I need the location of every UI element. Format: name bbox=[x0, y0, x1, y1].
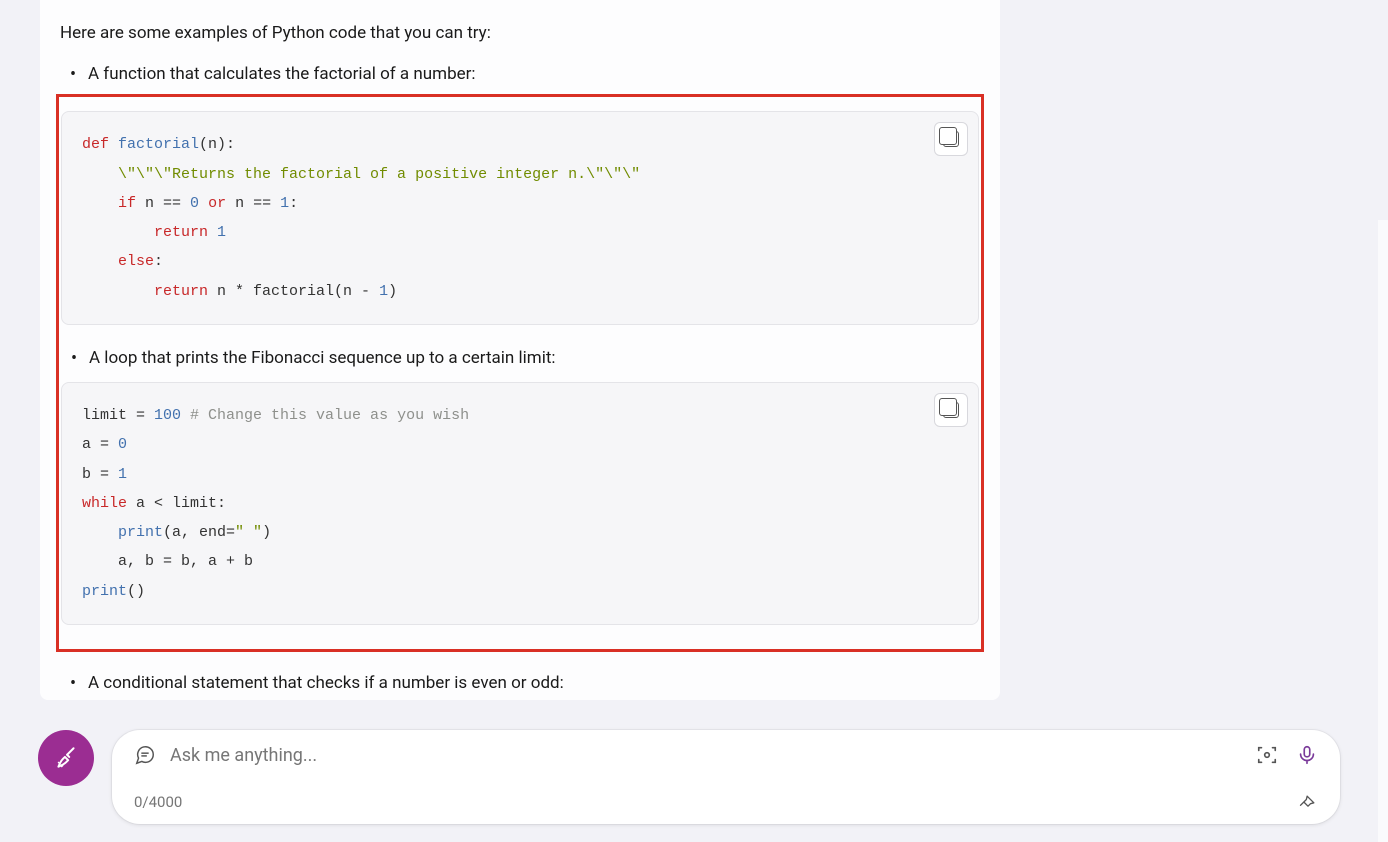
cond-text: n == bbox=[136, 195, 190, 212]
rparen: ) bbox=[388, 283, 397, 300]
num-one: 1 bbox=[280, 195, 289, 212]
scrollbar[interactable] bbox=[1378, 220, 1388, 842]
scan-icon[interactable] bbox=[1256, 744, 1278, 766]
num-100: 100 bbox=[154, 407, 181, 424]
rparen2: ) bbox=[262, 524, 271, 541]
copy-button[interactable] bbox=[934, 393, 968, 427]
highlighted-region: def factorial(n): \"\"\"Returns the fact… bbox=[56, 94, 984, 651]
num-zero2: 0 bbox=[118, 436, 127, 453]
empty-parens: () bbox=[127, 583, 145, 600]
print-call2: print bbox=[82, 583, 127, 600]
retexpr: n * factorial(n - bbox=[208, 283, 379, 300]
keyword-else: else bbox=[118, 253, 154, 270]
keyword-if: if bbox=[118, 195, 136, 212]
func-name: factorial bbox=[118, 136, 199, 153]
keyword-or: or bbox=[199, 195, 235, 212]
new-topic-button[interactable] bbox=[38, 730, 94, 786]
space-str: " " bbox=[235, 524, 262, 541]
num-zero: 0 bbox=[190, 195, 199, 212]
code-block-factorial: def factorial(n): \"\"\"Returns the fact… bbox=[61, 111, 979, 325]
code-block-fibonacci: limit = 100 # Change this value as you w… bbox=[61, 382, 979, 625]
b-assign: b = bbox=[82, 466, 118, 483]
bullet-fibonacci: A loop that prints the Fibonacci sequenc… bbox=[89, 345, 979, 372]
keyword-return2: return bbox=[154, 283, 208, 300]
while-cond: a < limit: bbox=[127, 495, 226, 512]
char-counter: 0/4000 bbox=[134, 793, 182, 811]
num-one3: 1 bbox=[118, 466, 127, 483]
num-one2: 1 bbox=[379, 283, 388, 300]
input-bar: Ask me anything... 0/4000 bbox=[38, 730, 1340, 824]
broom-icon bbox=[53, 745, 79, 771]
copy-icon bbox=[943, 131, 959, 147]
pin-icon[interactable] bbox=[1298, 792, 1318, 812]
keyword-while: while bbox=[82, 495, 127, 512]
keyword-return: return bbox=[154, 224, 208, 241]
message-input-box[interactable]: Ask me anything... 0/4000 bbox=[112, 730, 1340, 824]
keyword-def: def bbox=[82, 136, 109, 153]
limit-var: limit = bbox=[82, 407, 154, 424]
print-call: print bbox=[118, 524, 163, 541]
cond2-text: n == bbox=[235, 195, 280, 212]
a-assign: a = bbox=[82, 436, 118, 453]
bullet-factorial: A function that calculates the factorial… bbox=[88, 61, 980, 88]
chat-response: Here are some examples of Python code th… bbox=[40, 0, 1000, 700]
intro-text: Here are some examples of Python code th… bbox=[60, 20, 980, 47]
input-placeholder: Ask me anything... bbox=[170, 745, 1242, 766]
colon: : bbox=[289, 195, 298, 212]
docstring: \"\"\"Returns the factorial of a positiv… bbox=[118, 166, 640, 183]
bullet-evenodd: A conditional statement that checks if a… bbox=[88, 670, 980, 697]
copy-button[interactable] bbox=[934, 122, 968, 156]
tuple-assign: a, b = b, a + b bbox=[82, 553, 253, 570]
print-args: (a, end= bbox=[163, 524, 235, 541]
comment: # Change this value as you wish bbox=[181, 407, 469, 424]
mic-icon[interactable] bbox=[1296, 744, 1318, 766]
retval: 1 bbox=[208, 224, 226, 241]
chat-icon bbox=[134, 744, 156, 766]
copy-icon bbox=[943, 402, 959, 418]
params: (n): bbox=[199, 136, 235, 153]
colon2: : bbox=[154, 253, 163, 270]
